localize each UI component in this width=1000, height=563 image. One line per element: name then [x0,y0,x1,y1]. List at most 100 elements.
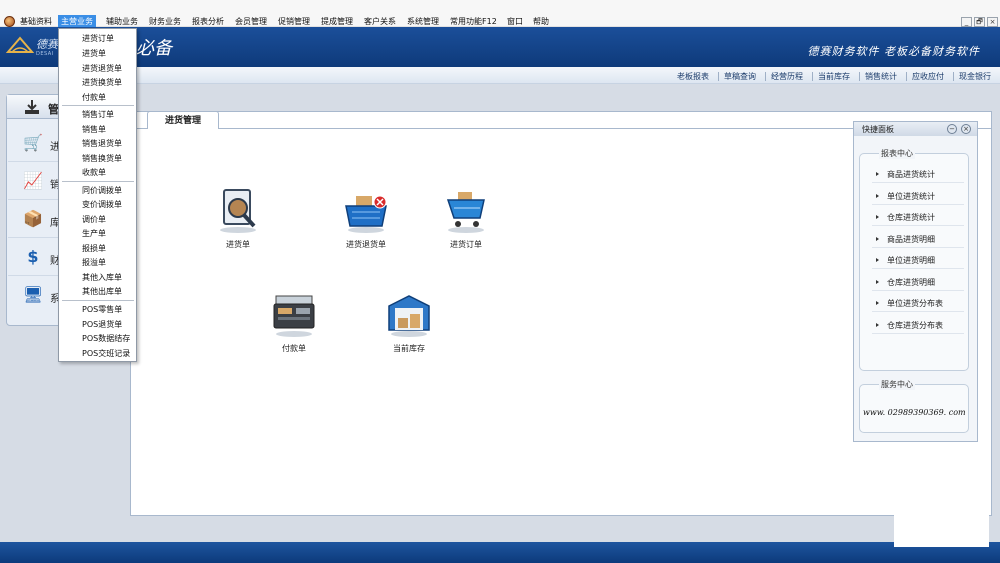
link-receivable-payable[interactable]: 应收应付 [912,71,944,82]
feature-current-stock[interactable]: 当前库存 [373,292,445,354]
report-link[interactable]: 单位进货统计 [887,191,935,202]
toolbar-divider [718,72,719,81]
menu-item-sales-bill[interactable]: 销售单 [82,124,106,135]
divider [872,204,964,205]
feature-purchase-order[interactable]: 进货订单 [430,188,502,250]
service-center-title: 服务中心 [879,379,915,390]
bullet-icon [876,237,879,241]
tab-purchase-management[interactable]: 进货管理 [147,111,219,129]
menu-item-purchase-order[interactable]: 进货订单 [82,33,114,44]
toolbar-divider [812,72,813,81]
close-panel-icon[interactable]: × [961,124,971,134]
feature-purchase-return[interactable]: 进货退货单 [330,188,402,250]
magnifier-document-icon [220,189,256,233]
toolbar-divider [906,72,907,81]
menu-item-other-out[interactable]: 其他出库单 [82,286,122,297]
menu-item-same-price-transfer[interactable]: 同价调拨单 [82,185,122,196]
link-current-stock[interactable]: 当前库存 [818,71,850,82]
divider [872,311,964,312]
collapse-icon[interactable]: − [947,124,957,134]
link-business-history[interactable]: 经营历程 [771,71,803,82]
banner-slogan: 德赛财务软件 老板必备财务软件 [807,45,980,58]
cart-icon: 🛒 [23,133,43,152]
menu-item-pos-retail[interactable]: POS零售单 [82,304,122,315]
report-link[interactable]: 商品进货统计 [887,169,935,180]
feature-label: 付款单 [282,344,306,353]
bullet-icon [876,323,879,327]
cart-order-icon [446,192,485,233]
menu-item-purchase-bill[interactable]: 进货单 [82,48,106,59]
menu-item-payment[interactable]: 付款单 [82,92,106,103]
report-link[interactable]: 单位进货分布表 [887,298,943,309]
divider [872,333,964,334]
toolbar [0,67,1000,84]
banner-title: 必备 [136,38,172,59]
status-bar [0,542,1000,563]
link-sales-stats[interactable]: 销售统计 [865,71,897,82]
divider [872,290,964,291]
toolbar-divider [765,72,766,81]
menu-item-other-in[interactable]: 其他入库单 [82,272,122,283]
feature-payment[interactable]: 付款单 [258,292,330,354]
link-draft-query[interactable]: 草稿查询 [724,71,756,82]
link-cash-bank[interactable]: 现金银行 [959,71,991,82]
minimize-icon[interactable]: _ [961,17,972,27]
menu-item-overflow[interactable]: 报溢单 [82,257,106,268]
menu-item-sales-return[interactable]: 销售退货单 [82,138,122,149]
menu-item-variable-price-transfer[interactable]: 变价调拨单 [82,199,122,210]
feature-label: 当前库存 [393,344,425,353]
basket-return-icon [345,195,387,233]
menu-item-pos-shift-record[interactable]: POS交班记录 [82,348,130,359]
bullet-icon [876,172,879,176]
report-link[interactable]: 仓库进货统计 [887,212,935,223]
menu-separator [62,181,134,182]
dollar-icon: $ [27,247,39,266]
report-link[interactable]: 仓库进货分布表 [887,320,943,331]
service-phone: www. 02989390369. com [863,408,966,417]
toolbar-divider [953,72,954,81]
warehouse-icon [388,295,430,337]
monitor-icon: 🖥 [22,285,44,304]
divider [872,182,964,183]
menu-item-sales-order[interactable]: 销售订单 [82,109,114,120]
close-icon[interactable]: × [987,17,998,27]
report-link[interactable]: 单位进货明细 [887,255,935,266]
logo-icon [6,36,34,53]
bullet-icon [876,215,879,219]
restore-icon[interactable]: 🗗 [974,17,985,27]
menu-item-purchase-return[interactable]: 进货退货单 [82,63,122,74]
menu-item-receipt[interactable]: 收款单 [82,167,106,178]
download-icon [25,100,39,114]
quick-panel-title: 快捷面板 [862,125,894,134]
menu-item-price-adjust[interactable]: 调价单 [82,214,106,225]
bullet-icon [876,194,879,198]
toolbar-divider [859,72,860,81]
menu-separator [62,105,134,106]
bullet-icon [876,258,879,262]
menu-item-purchase-exchange[interactable]: 进货换货单 [82,77,122,88]
bullet-icon [876,301,879,305]
feature-label: 进货退货单 [346,240,386,249]
feature-label: 进货单 [226,240,250,249]
menu-item-pos-return[interactable]: POS退货单 [82,319,122,330]
feature-label: 进货订单 [450,240,482,249]
report-link[interactable]: 仓库进货明细 [887,277,935,288]
report-center-title: 报表中心 [879,148,915,159]
divider [872,247,964,248]
app-icon[interactable] [4,16,15,27]
menu-item-production[interactable]: 生产单 [82,228,106,239]
menu-separator [62,300,134,301]
storage-icon: 📦 [23,209,43,228]
divider [872,268,964,269]
feature-purchase-bill[interactable]: 进货单 [202,188,274,250]
menu-item-pos-data-settle[interactable]: POS数据结存 [82,333,130,344]
cash-register-icon [273,295,315,337]
chart-up-icon: 📈 [23,171,43,190]
bullet-icon [876,280,879,284]
menu-item-sales-exchange[interactable]: 销售换货单 [82,153,122,164]
report-link[interactable]: 商品进货明细 [887,234,935,245]
divider [872,225,964,226]
link-boss-report[interactable]: 老板报表 [677,71,709,82]
menu-item-loss[interactable]: 报损单 [82,243,106,254]
blank-area [894,508,989,547]
